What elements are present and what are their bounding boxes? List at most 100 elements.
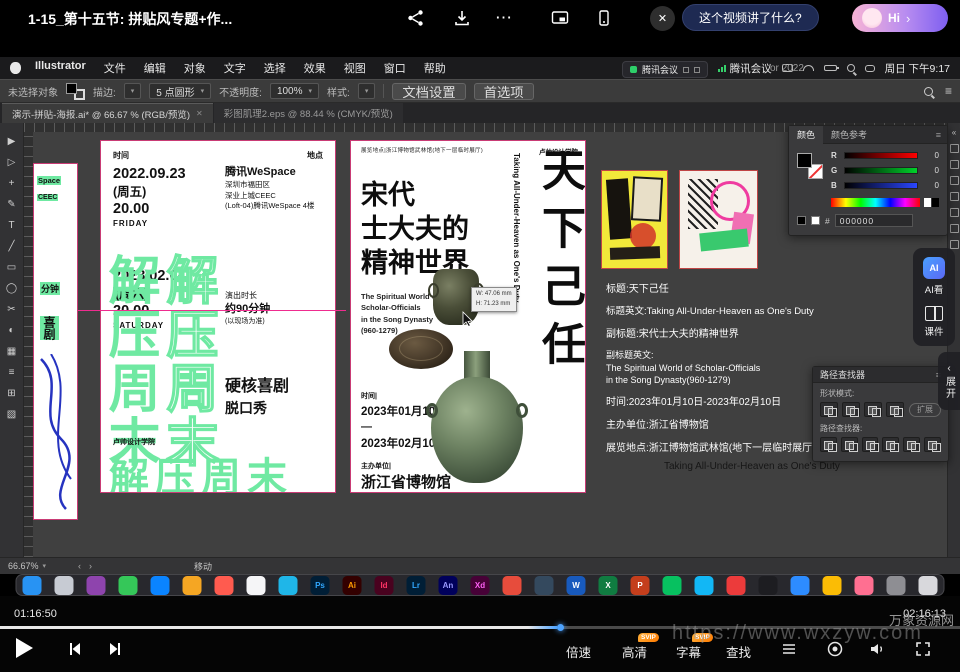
dock-app-icon[interactable] <box>727 576 746 595</box>
menu-item[interactable]: 帮助 <box>424 60 446 76</box>
outline-icon[interactable] <box>903 437 920 452</box>
expand-sidebar-button[interactable]: ‹ 展开 <box>938 352 960 410</box>
tool-button[interactable]: ⊞ <box>4 387 20 400</box>
dock-app-icon[interactable] <box>151 576 170 595</box>
dock-app-icon[interactable] <box>87 576 106 595</box>
panel-icon[interactable] <box>950 192 959 201</box>
dock-app-icon[interactable] <box>215 576 234 595</box>
menu-item[interactable]: 文字 <box>224 60 246 76</box>
previous-episode-button[interactable] <box>66 640 84 663</box>
ask-ai-button[interactable]: 这个视频讲了什么? <box>682 4 819 31</box>
tool-button[interactable]: ◐ <box>4 324 20 337</box>
prev-artboard-icon[interactable]: ‹ <box>78 561 81 571</box>
tool-button[interactable]: + <box>4 177 20 190</box>
dock-app-icon[interactable]: Lr <box>407 576 426 595</box>
zoom-level-dropdown[interactable]: 66.67%▾ <box>8 561 46 571</box>
tool-button[interactable]: ▶ <box>4 135 20 148</box>
download-icon[interactable] <box>450 6 474 30</box>
trim-icon[interactable] <box>841 437 858 452</box>
panel-icon[interactable] <box>950 240 959 249</box>
brush-dropdown[interactable]: 5 点圆形▾ <box>149 83 211 99</box>
red-slider[interactable] <box>844 152 918 159</box>
artboard-poster-relax[interactable]: 时间 地点 2022.09.23 (周五) 20.00 FRIDAY 2023.… <box>100 140 336 493</box>
panel-icon[interactable] <box>950 176 959 185</box>
unite-icon[interactable] <box>820 402 838 417</box>
tab-color-guide[interactable]: 颜色参考 <box>823 126 875 144</box>
control-center-icon[interactable] <box>865 65 875 72</box>
black-swatch[interactable] <box>797 216 806 225</box>
artboard-poster-song[interactable]: 展览地点|浙江博物馆武林馆(地下一层临时展厅) 卢帅设计学院 宋代 士大夫的 精… <box>350 140 586 493</box>
merge-icon[interactable] <box>862 437 879 452</box>
artboard-collage-yellow[interactable] <box>601 170 668 269</box>
fill-swatch[interactable] <box>66 83 77 94</box>
dock-app-icon[interactable] <box>119 576 138 595</box>
tool-button[interactable]: ╱ <box>4 240 20 253</box>
play-button[interactable] <box>16 638 33 658</box>
menu-item[interactable]: 视图 <box>344 60 366 76</box>
dock-app-icon[interactable]: W <box>567 576 586 595</box>
dock-app-icon[interactable] <box>759 576 778 595</box>
exclude-icon[interactable] <box>886 402 904 417</box>
panel-menu-icon[interactable]: ≡ <box>936 130 947 140</box>
fill-stroke-swatch[interactable] <box>66 83 85 100</box>
quality-button[interactable]: 高清 SVIP <box>622 642 647 661</box>
meeting-mic-icon[interactable] <box>683 67 689 73</box>
hex-input[interactable]: 000000 <box>835 214 913 227</box>
menu-item[interactable]: 文件 <box>104 60 126 76</box>
share-icon[interactable] <box>404 6 428 30</box>
artboard-navigation[interactable]: ‹ › <box>78 561 92 571</box>
dock-app-icon[interactable]: Id <box>375 576 394 595</box>
ai-icon[interactable]: AI <box>923 257 945 279</box>
dock-app-icon[interactable]: X <box>599 576 618 595</box>
playback-speed-button[interactable]: 倍速 <box>566 642 591 661</box>
more-icon[interactable]: ⋯ <box>492 6 516 30</box>
dock-app-icon[interactable] <box>791 576 810 595</box>
progress-playhead[interactable] <box>557 624 564 631</box>
stroke-weight-dropdown[interactable]: ▾ <box>124 83 142 99</box>
wifi-icon[interactable] <box>803 65 814 71</box>
panel-icon[interactable] <box>950 144 959 153</box>
dock-app-icon[interactable] <box>887 576 906 595</box>
tool-button[interactable]: ◯ <box>4 282 20 295</box>
dock-app-icon[interactable] <box>279 576 298 595</box>
bronze-vase-image[interactable] <box>431 351 523 483</box>
dock-app-icon[interactable] <box>183 576 202 595</box>
dock-app-icon[interactable]: Xd <box>471 576 490 595</box>
menu-item[interactable]: 对象 <box>184 60 206 76</box>
tab-current-document[interactable]: 演示-拼贴-海报.ai* @ 66.67 % (RGB/预览) ✕ <box>2 103 213 123</box>
dock-app-icon[interactable] <box>663 576 682 595</box>
dock-app-icon[interactable] <box>247 576 266 595</box>
intersect-icon[interactable] <box>864 402 882 417</box>
tool-button[interactable]: ▭ <box>4 261 20 274</box>
dock-app-icon[interactable]: P <box>631 576 650 595</box>
menu-item[interactable]: 选择 <box>264 60 286 76</box>
blue-slider[interactable] <box>844 182 918 189</box>
dock-app-icon[interactable] <box>55 576 74 595</box>
menubar-clock[interactable]: 周日 下午9:17 <box>885 61 950 76</box>
dock-app-icon[interactable] <box>503 576 522 595</box>
dock-app-icon[interactable] <box>855 576 874 595</box>
divide-icon[interactable] <box>820 437 837 452</box>
menu-item[interactable]: 窗口 <box>384 60 406 76</box>
ai-summary-button[interactable]: AI看 <box>925 282 943 296</box>
opacity-dropdown[interactable]: 100%▾ <box>270 83 319 99</box>
minus-back-icon[interactable] <box>924 437 941 452</box>
tool-button[interactable]: ≡ <box>4 366 20 379</box>
minus-front-icon[interactable] <box>842 402 860 417</box>
meeting-camera-icon[interactable] <box>694 67 700 73</box>
menu-item[interactable]: Illustrator <box>35 60 86 76</box>
canvas-workspace[interactable]: ▶▷+✎T╱▭◯✂◐▦≡⊞▧ Space CEEC 分钟 喜剧 时间 地点 20… <box>0 123 960 557</box>
expand-button[interactable]: 扩展 <box>909 403 941 417</box>
dock-app-icon[interactable] <box>823 576 842 595</box>
blue-value[interactable]: 0 <box>923 181 939 190</box>
collapse-panels-icon[interactable]: « <box>952 128 956 137</box>
dock-app-icon[interactable]: An <box>439 576 458 595</box>
panel-icon[interactable] <box>950 160 959 169</box>
tool-button[interactable]: ✎ <box>4 198 20 211</box>
panel-icon[interactable] <box>950 208 959 217</box>
tab-other-document[interactable]: 彩图肌理2.eps @ 88.44 % (CMYK/预览) <box>214 103 403 123</box>
tab-color[interactable]: 颜色 <box>789 126 823 144</box>
tab-close-icon[interactable]: ✕ <box>196 109 203 118</box>
white-swatch[interactable] <box>811 216 820 225</box>
dock-app-icon[interactable] <box>919 576 938 595</box>
